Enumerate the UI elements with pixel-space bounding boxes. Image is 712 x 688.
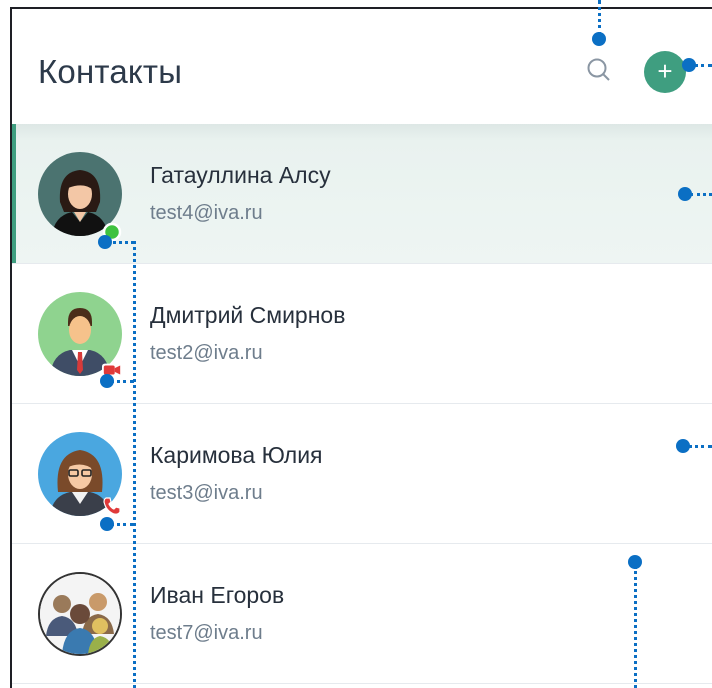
annotation-line (133, 241, 136, 688)
annotation-line (688, 445, 712, 448)
search-icon (587, 58, 610, 81)
page-title: Контакты (38, 53, 183, 90)
annotation-line (598, 0, 601, 36)
contact-email: test7@iva.ru (150, 622, 263, 644)
contact-email: test3@iva.ru (150, 482, 263, 504)
contact-row[interactable]: Дмитрий Смирнов test2@iva.ru (12, 264, 712, 404)
contact-name: Дмитрий Смирнов (150, 302, 346, 328)
contacts-list: Гатауллина Алсу test4@iva.ru Дмитрий Сми… (12, 124, 712, 684)
annotation-line (634, 566, 637, 688)
contact-name: Гатауллина Алсу (150, 162, 331, 188)
annotation-line (110, 523, 134, 526)
annotation-line (690, 193, 712, 196)
contact-email: test4@iva.ru (150, 202, 263, 224)
annotation-line (110, 380, 134, 383)
contact-name: Иван Егоров (150, 582, 285, 608)
contact-name: Каримова Юлия (150, 442, 323, 468)
phone-call-icon (103, 497, 121, 515)
contacts-panel: Контакты + Гатауллина Алсу test4@iva.ru … (10, 7, 712, 688)
contact-email: test2@iva.ru (150, 342, 263, 364)
annotation-marker (592, 32, 606, 46)
contacts-header: Контакты + (12, 9, 712, 124)
search-button[interactable] (586, 57, 612, 83)
plus-icon: + (657, 56, 673, 86)
annotation-line (108, 241, 134, 244)
annotation-line (694, 64, 712, 67)
group-avatar (38, 572, 122, 656)
contact-row[interactable]: Иван Егоров test7@iva.ru (12, 544, 712, 684)
add-contact-button[interactable]: + (644, 51, 686, 93)
